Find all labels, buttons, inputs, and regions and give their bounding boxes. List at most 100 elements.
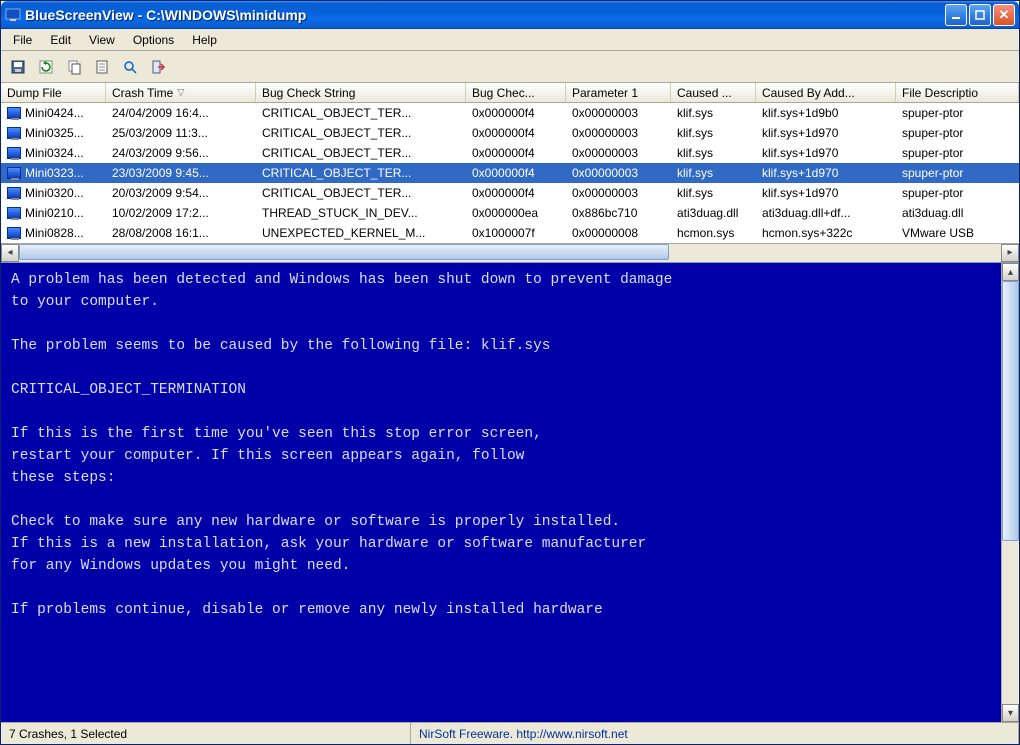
dump-file-icon — [7, 147, 21, 159]
cell-caused: klif.sys — [671, 146, 756, 160]
refresh-icon[interactable] — [35, 56, 57, 78]
cell-time: 24/04/2009 16:4... — [106, 106, 256, 120]
horizontal-scrollbar[interactable]: ◂ ▸ — [1, 243, 1019, 261]
cell-code: 0x000000f4 — [466, 146, 566, 160]
scroll-track[interactable] — [19, 244, 1001, 262]
cell-desc: spuper-ptor — [896, 146, 1019, 160]
cell-caused: klif.sys — [671, 106, 756, 120]
cell-time: 20/03/2009 9:54... — [106, 186, 256, 200]
cell-dump: Mini0325... — [1, 126, 106, 140]
cell-desc: spuper-ptor — [896, 106, 1019, 120]
cell-param: 0x00000003 — [566, 146, 671, 160]
col-crash-time[interactable]: Crash Time▽ — [106, 83, 256, 102]
cell-caused: ati3duag.dll — [671, 206, 756, 220]
cell-addr: klif.sys+1d970 — [756, 186, 896, 200]
scroll-left-icon[interactable]: ◂ — [1, 244, 19, 262]
menu-edit[interactable]: Edit — [42, 31, 79, 49]
properties-icon[interactable] — [91, 56, 113, 78]
cell-desc: spuper-ptor — [896, 126, 1019, 140]
col-caused-by-addr[interactable]: Caused By Add... — [756, 83, 896, 102]
cell-dump: Mini0320... — [1, 186, 106, 200]
scroll-right-icon[interactable]: ▸ — [1001, 244, 1019, 262]
scroll-up-icon[interactable]: ▴ — [1002, 263, 1019, 281]
close-button[interactable]: ✕ — [993, 4, 1015, 26]
table-row[interactable]: Mini0424...24/04/2009 16:4...CRITICAL_OB… — [1, 103, 1019, 123]
cell-param: 0x886bc710 — [566, 206, 671, 220]
sort-indicator-icon: ▽ — [177, 87, 184, 98]
app-icon — [5, 7, 21, 23]
table-row[interactable]: Mini0325...25/03/2009 11:3...CRITICAL_OB… — [1, 123, 1019, 143]
dump-file-icon — [7, 127, 21, 139]
col-bug-check-string[interactable]: Bug Check String — [256, 83, 466, 102]
table-row[interactable]: Mini0324...24/03/2009 9:56...CRITICAL_OB… — [1, 143, 1019, 163]
menu-help[interactable]: Help — [184, 31, 225, 49]
cell-dump: Mini0424... — [1, 106, 106, 120]
column-headers: Dump File Crash Time▽ Bug Check String B… — [1, 83, 1019, 103]
status-credit: NirSoft Freeware. http://www.nirsoft.net — [411, 723, 1019, 744]
table-row[interactable]: Mini0210...10/02/2009 17:2...THREAD_STUC… — [1, 203, 1019, 223]
cell-addr: klif.sys+1d970 — [756, 126, 896, 140]
cell-code: 0x000000f4 — [466, 106, 566, 120]
dump-file-icon — [7, 227, 21, 239]
cell-bug: CRITICAL_OBJECT_TER... — [256, 186, 466, 200]
cell-bug: CRITICAL_OBJECT_TER... — [256, 106, 466, 120]
col-bug-check-code[interactable]: Bug Chec... — [466, 83, 566, 102]
dump-file-icon — [7, 207, 21, 219]
scroll-down-icon[interactable]: ▾ — [1002, 704, 1019, 722]
find-icon[interactable] — [119, 56, 141, 78]
cell-code: 0x000000ea — [466, 206, 566, 220]
cell-dump: Mini0210... — [1, 206, 106, 220]
cell-caused: klif.sys — [671, 186, 756, 200]
table-row[interactable]: Mini0320...20/03/2009 9:54...CRITICAL_OB… — [1, 183, 1019, 203]
vscroll-thumb[interactable] — [1002, 281, 1019, 541]
cell-caused: hcmon.sys — [671, 226, 756, 240]
menu-view[interactable]: View — [81, 31, 123, 49]
table-row[interactable]: Mini0323...23/03/2009 9:45...CRITICAL_OB… — [1, 163, 1019, 183]
col-caused-by[interactable]: Caused ... — [671, 83, 756, 102]
cell-time: 28/08/2008 16:1... — [106, 226, 256, 240]
app-window: BlueScreenView - C:\WINDOWS\minidump ✕ F… — [0, 0, 1020, 745]
cell-code: 0x000000f4 — [466, 126, 566, 140]
cell-bug: CRITICAL_OBJECT_TER... — [256, 146, 466, 160]
maximize-button[interactable] — [969, 4, 991, 26]
cell-param: 0x00000008 — [566, 226, 671, 240]
menu-options[interactable]: Options — [125, 31, 182, 49]
toolbar — [1, 51, 1019, 83]
col-file-description[interactable]: File Descriptio — [896, 83, 1019, 102]
dump-list[interactable]: Mini0424...24/04/2009 16:4...CRITICAL_OB… — [1, 103, 1019, 243]
scroll-thumb[interactable] — [19, 244, 669, 260]
cell-addr: klif.sys+1d970 — [756, 166, 896, 180]
cell-time: 24/03/2009 9:56... — [106, 146, 256, 160]
status-count: 7 Crashes, 1 Selected — [1, 723, 411, 744]
cell-time: 25/03/2009 11:3... — [106, 126, 256, 140]
cell-bug: CRITICAL_OBJECT_TER... — [256, 126, 466, 140]
cell-dump: Mini0324... — [1, 146, 106, 160]
cell-desc: ati3duag.dll — [896, 206, 1019, 220]
cell-bug: CRITICAL_OBJECT_TER... — [256, 166, 466, 180]
save-icon[interactable] — [7, 56, 29, 78]
cell-addr: klif.sys+1d970 — [756, 146, 896, 160]
cell-param: 0x00000003 — [566, 106, 671, 120]
cell-desc: VMware USB — [896, 226, 1019, 240]
exit-icon[interactable] — [147, 56, 169, 78]
menu-file[interactable]: File — [5, 31, 40, 49]
minimize-button[interactable] — [945, 4, 967, 26]
cell-dump: Mini0828... — [1, 226, 106, 240]
cell-addr: klif.sys+1d9b0 — [756, 106, 896, 120]
col-dump-file[interactable]: Dump File — [1, 83, 106, 102]
bsod-text[interactable]: A problem has been detected and Windows … — [1, 263, 1001, 722]
titlebar[interactable]: BlueScreenView - C:\WINDOWS\minidump ✕ — [1, 1, 1019, 29]
cell-dump: Mini0323... — [1, 166, 106, 180]
cell-desc: spuper-ptor — [896, 166, 1019, 180]
copy-icon[interactable] — [63, 56, 85, 78]
cell-bug: THREAD_STUCK_IN_DEV... — [256, 206, 466, 220]
table-row[interactable]: Mini0828...28/08/2008 16:1...UNEXPECTED_… — [1, 223, 1019, 243]
vertical-scrollbar[interactable]: ▴ ▾ — [1001, 263, 1019, 722]
cell-code: 0x000000f4 — [466, 186, 566, 200]
vscroll-track[interactable] — [1002, 281, 1019, 704]
cell-desc: spuper-ptor — [896, 186, 1019, 200]
col-parameter-1[interactable]: Parameter 1 — [566, 83, 671, 102]
menubar: File Edit View Options Help — [1, 29, 1019, 51]
dump-file-icon — [7, 107, 21, 119]
window-title: BlueScreenView - C:\WINDOWS\minidump — [25, 7, 306, 23]
